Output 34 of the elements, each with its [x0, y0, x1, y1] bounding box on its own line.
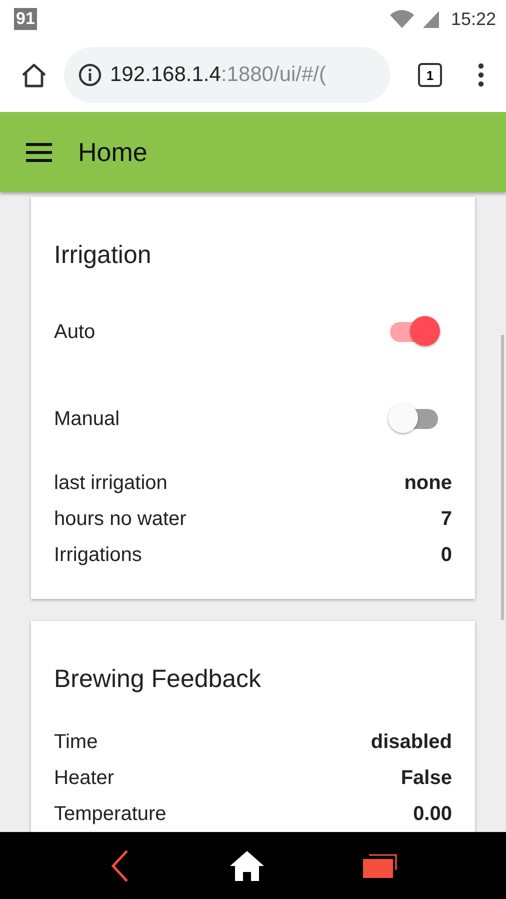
clock-time: 15:22 [450, 8, 496, 30]
field-label: Time [54, 730, 98, 755]
card-title: Brewing Feedback [54, 665, 262, 694]
field-value: 0.00 [413, 802, 452, 827]
field-label: hours no water [54, 507, 186, 532]
field-value: 7 [440, 507, 452, 532]
signal-icon [420, 9, 441, 29]
switch-label: Manual [54, 408, 120, 430]
home-icon[interactable] [20, 61, 48, 89]
page-title: Home [78, 136, 148, 168]
tab-count-button[interactable]: 1 [418, 63, 442, 87]
wifi-icon [388, 9, 415, 29]
info-icon [78, 63, 102, 87]
switch-label: Auto [54, 320, 96, 344]
notification-badge: 91 [14, 8, 37, 30]
field-label: Heater [54, 766, 114, 791]
home-icon[interactable] [229, 850, 265, 882]
field-value: none [404, 471, 452, 496]
scrollbar[interactable] [501, 335, 504, 620]
address-bar[interactable]: 192.168.1.4:1880/ui/#/( [64, 47, 390, 103]
toggle-switch[interactable] [388, 403, 440, 435]
toggle-switch[interactable] [388, 316, 440, 348]
menu-icon[interactable] [476, 62, 486, 88]
card-title: Irrigation [54, 241, 152, 270]
field-label: last irrigation [54, 471, 168, 496]
back-icon[interactable] [109, 848, 131, 882]
recent-apps-icon[interactable] [363, 854, 397, 878]
field-value: False [400, 766, 452, 791]
field-label: Temperature [54, 802, 166, 827]
url-text: 192.168.1.4:1880/ui/#/( [110, 63, 326, 87]
field-value: 0 [440, 543, 452, 568]
menu-icon[interactable] [26, 142, 54, 162]
field-label: Irrigations [54, 543, 142, 568]
field-value: disabled [370, 730, 452, 755]
